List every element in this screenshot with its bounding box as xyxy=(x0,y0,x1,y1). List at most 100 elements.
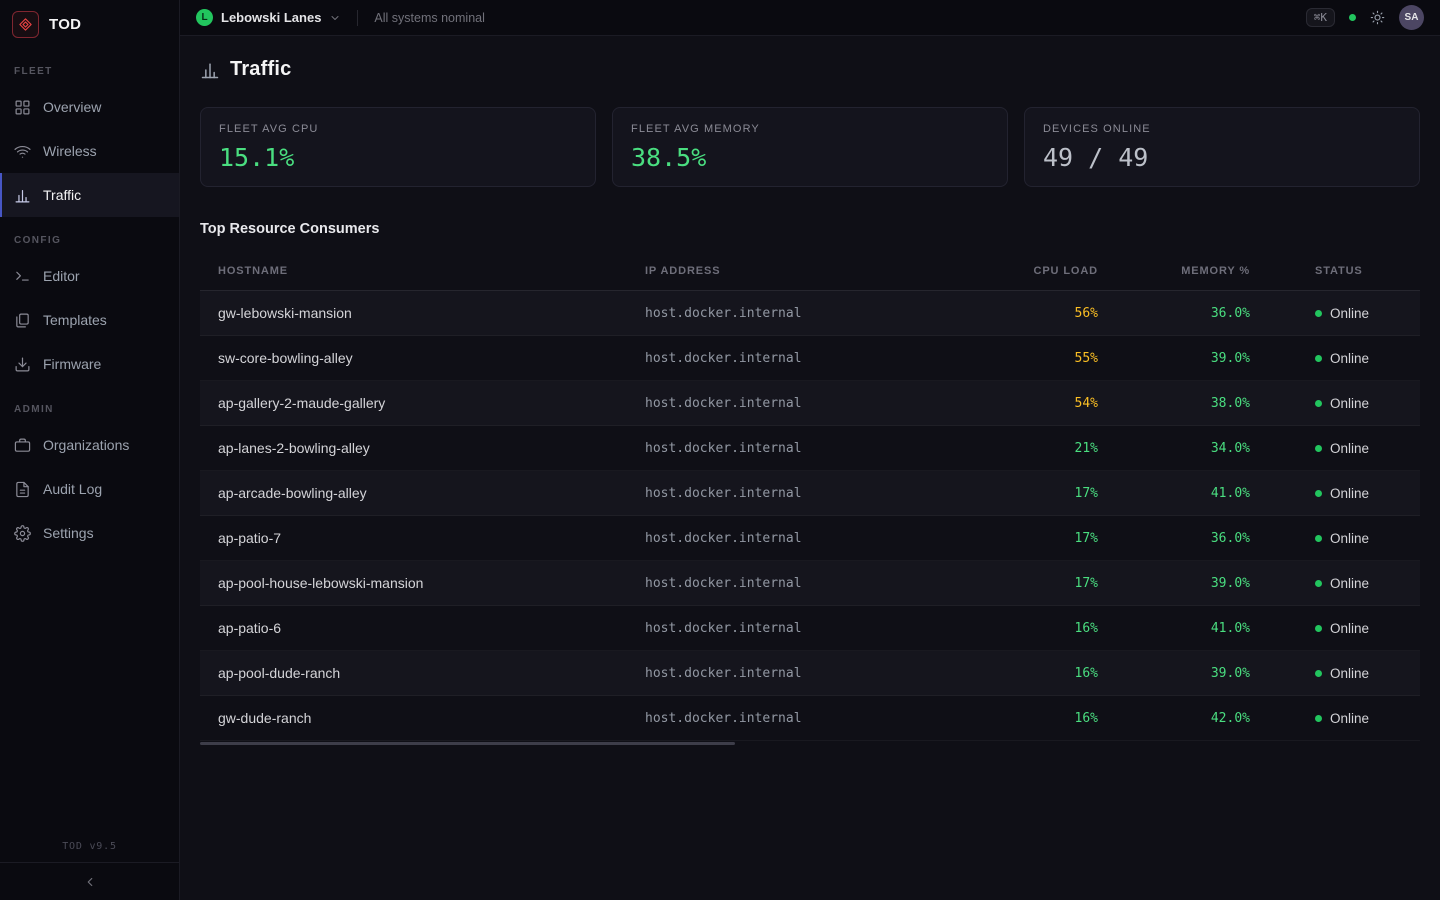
table-row[interactable]: ap-gallery-2-maude-gallery host.docker.i… xyxy=(200,381,1420,426)
cpu-load-cell: 17% xyxy=(945,576,1098,591)
hostname-cell: gw-dude-ranch xyxy=(200,710,645,726)
online-status-dot-icon xyxy=(1315,445,1322,452)
table-row[interactable]: ap-lanes-2-bowling-alley host.docker.int… xyxy=(200,426,1420,471)
theme-toggle-button[interactable] xyxy=(1370,10,1385,25)
stat-value: 49 / 49 xyxy=(1043,143,1401,172)
cpu-load-cell: 54% xyxy=(945,396,1098,411)
status-cell: Online xyxy=(1250,396,1420,411)
table-row[interactable]: ap-pool-house-lebowski-mansion host.dock… xyxy=(200,561,1420,606)
command-palette-shortcut[interactable]: ⌘K xyxy=(1306,8,1335,27)
stat-label: DEVICES ONLINE xyxy=(1043,123,1401,135)
memory-cell: 41.0% xyxy=(1098,621,1250,636)
online-status-dot-icon xyxy=(1315,715,1322,722)
sidebar-item-templates[interactable]: Templates xyxy=(0,298,179,342)
chevron-down-icon xyxy=(329,12,341,24)
table-row[interactable]: ap-patio-7 host.docker.internal 17% 36.0… xyxy=(200,516,1420,561)
status-label: Online xyxy=(1330,711,1369,726)
stats-row: FLEET AVG CPU 15.1% FLEET AVG MEMORY 38.… xyxy=(200,107,1420,187)
status-label: Online xyxy=(1330,351,1369,366)
column-header-ip-address: IP ADDRESS xyxy=(645,265,945,277)
sidebar-section-label: FLEET xyxy=(0,48,179,85)
table-body: gw-lebowski-mansion host.docker.internal… xyxy=(200,291,1420,741)
stat-value: 38.5% xyxy=(631,143,989,172)
stat-value: 15.1% xyxy=(219,143,577,172)
sidebar-item-firmware[interactable]: Firmware xyxy=(0,342,179,386)
table-row[interactable]: ap-patio-6 host.docker.internal 16% 41.0… xyxy=(200,606,1420,651)
table-horizontal-scrollbar[interactable] xyxy=(200,742,1420,746)
sidebar-collapse-button[interactable] xyxy=(0,862,179,900)
stat-card-fleet-avg-cpu: FLEET AVG CPU 15.1% xyxy=(200,107,596,187)
memory-cell: 39.0% xyxy=(1098,351,1250,366)
status-cell: Online xyxy=(1250,711,1420,726)
copy-icon xyxy=(14,312,31,329)
cpu-load-cell: 16% xyxy=(945,666,1098,681)
hostname-cell: ap-pool-dude-ranch xyxy=(200,665,645,681)
ip-address-cell: host.docker.internal xyxy=(645,666,945,681)
status-label: Online xyxy=(1330,621,1369,636)
cpu-load-cell: 21% xyxy=(945,441,1098,456)
sidebar-item-label: Templates xyxy=(43,312,107,328)
scrollbar-thumb[interactable] xyxy=(200,742,735,745)
table-row[interactable]: ap-arcade-bowling-alley host.docker.inte… xyxy=(200,471,1420,516)
sidebar-item-overview[interactable]: Overview xyxy=(0,85,179,129)
sidebar-item-label: Settings xyxy=(43,525,94,541)
sidebar-item-label: Audit Log xyxy=(43,481,102,497)
bar-chart-icon xyxy=(200,60,220,80)
sidebar-item-label: Editor xyxy=(43,268,80,284)
sidebar-item-editor[interactable]: Editor xyxy=(0,254,179,298)
memory-cell: 39.0% xyxy=(1098,666,1250,681)
org-selector[interactable]: L Lebowski Lanes xyxy=(196,9,341,26)
page-title: Traffic xyxy=(230,58,291,81)
online-status-dot-icon xyxy=(1315,310,1322,317)
app-logo-row[interactable]: TOD xyxy=(0,0,179,48)
column-header-hostname: HOSTNAME xyxy=(200,265,645,277)
sidebar-item-traffic[interactable]: Traffic xyxy=(0,173,179,217)
app-name: TOD xyxy=(49,16,81,33)
online-status-dot-icon xyxy=(1315,535,1322,542)
topbar-divider xyxy=(357,10,358,26)
sidebar-item-organizations[interactable]: Organizations xyxy=(0,423,179,467)
stat-label: FLEET AVG CPU xyxy=(219,123,577,135)
table-row[interactable]: sw-core-bowling-alley host.docker.intern… xyxy=(200,336,1420,381)
org-name: Lebowski Lanes xyxy=(221,10,321,25)
table-row[interactable]: ap-pool-dude-ranch host.docker.internal … xyxy=(200,651,1420,696)
status-cell: Online xyxy=(1250,486,1420,501)
ip-address-cell: host.docker.internal xyxy=(645,396,945,411)
sidebar-nav: FLEET Overview Wireless Traffic CONFI xyxy=(0,48,179,841)
sidebar-item-settings[interactable]: Settings xyxy=(0,511,179,555)
briefcase-icon xyxy=(14,437,31,454)
ip-address-cell: host.docker.internal xyxy=(645,621,945,636)
ip-address-cell: host.docker.internal xyxy=(645,711,945,726)
column-header-status: STATUS xyxy=(1250,265,1420,277)
ip-address-cell: host.docker.internal xyxy=(645,486,945,501)
sun-icon xyxy=(1370,10,1385,25)
gear-icon xyxy=(14,525,31,542)
sidebar-item-wireless[interactable]: Wireless xyxy=(0,129,179,173)
sidebar-section-label: ADMIN xyxy=(0,386,179,423)
chevron-left-icon xyxy=(83,875,97,889)
ip-address-cell: host.docker.internal xyxy=(645,531,945,546)
ip-address-cell: host.docker.internal xyxy=(645,576,945,591)
hostname-cell: sw-core-bowling-alley xyxy=(200,350,645,366)
bar-chart-icon xyxy=(14,187,31,204)
table-row[interactable]: gw-dude-ranch host.docker.internal 16% 4… xyxy=(200,696,1420,741)
online-status-dot-icon xyxy=(1315,355,1322,362)
top-resource-consumers-table: HOSTNAME IP ADDRESS CPU LOAD MEMORY % ST… xyxy=(200,251,1420,746)
hostname-cell: ap-pool-house-lebowski-mansion xyxy=(200,575,645,591)
user-avatar[interactable]: SA xyxy=(1399,5,1424,30)
memory-cell: 41.0% xyxy=(1098,486,1250,501)
status-cell: Online xyxy=(1250,621,1420,636)
wifi-icon xyxy=(14,143,31,160)
cpu-load-cell: 16% xyxy=(945,711,1098,726)
status-cell: Online xyxy=(1250,576,1420,591)
sidebar-item-audit-log[interactable]: Audit Log xyxy=(0,467,179,511)
column-header-cpu-load: CPU LOAD xyxy=(945,265,1098,277)
file-text-icon xyxy=(14,481,31,498)
table-header-row: HOSTNAME IP ADDRESS CPU LOAD MEMORY % ST… xyxy=(200,251,1420,291)
memory-cell: 36.0% xyxy=(1098,531,1250,546)
stat-card-devices-online: DEVICES ONLINE 49 / 49 xyxy=(1024,107,1420,187)
table-row[interactable]: gw-lebowski-mansion host.docker.internal… xyxy=(200,291,1420,336)
online-status-dot-icon xyxy=(1315,625,1322,632)
terminal-icon xyxy=(14,268,31,285)
stat-card-fleet-avg-memory: FLEET AVG MEMORY 38.5% xyxy=(612,107,1008,187)
